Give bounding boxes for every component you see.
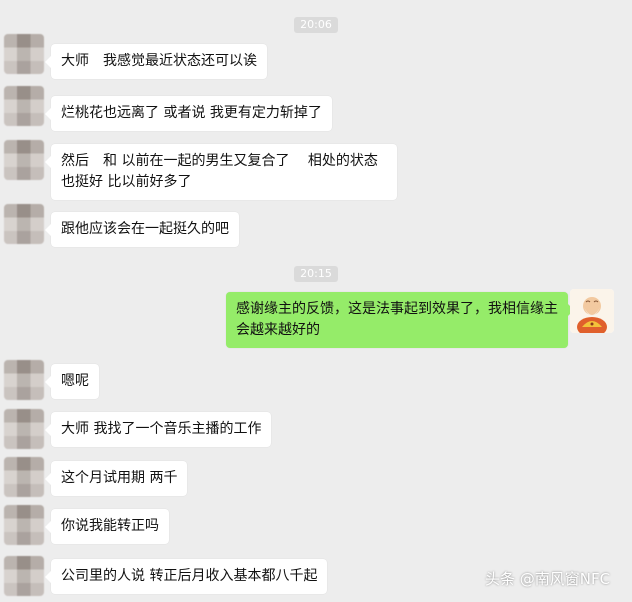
message-bubble[interactable]: 跟他应该会在一起挺久的吧 xyxy=(45,212,239,247)
contact-avatar[interactable] xyxy=(4,204,44,244)
watermark-text: 头条 @南风窗NFC xyxy=(485,570,611,588)
message-bubble[interactable]: 你说我能转正吗 xyxy=(45,509,169,544)
message-bubble[interactable]: 然后 和 以前在一起的男生又复合了 相处的状态也挺好 比以前好多了 xyxy=(45,144,397,200)
contact-avatar[interactable] xyxy=(4,457,44,497)
contact-avatar[interactable] xyxy=(4,360,44,400)
message-bubble[interactable]: 烂桃花也远离了 或者说 我更有定力斩掉了 xyxy=(45,96,332,131)
contact-avatar[interactable] xyxy=(4,409,44,449)
contact-avatar[interactable] xyxy=(4,505,44,545)
monk-avatar-icon[interactable] xyxy=(570,289,614,333)
timestamp: 20:06 xyxy=(0,13,632,33)
message-bubble[interactable]: 公司里的人说 转正后月收入基本都八千起 xyxy=(44,559,328,594)
contact-avatar[interactable] xyxy=(4,556,44,596)
contact-avatar[interactable] xyxy=(4,86,44,126)
message-bubble[interactable]: 嗯呢 xyxy=(45,364,99,399)
watermark: 头条 @南风窗NFC xyxy=(485,568,610,589)
message-bubble[interactable]: 大师 我感觉最近状态还可以诶 xyxy=(45,44,267,79)
contact-avatar[interactable] xyxy=(4,140,44,180)
message-bubble[interactable]: 大师 我找了一个音乐主播的工作 xyxy=(44,412,272,447)
message-bubble[interactable]: 这个月试用期 两千 xyxy=(44,461,188,496)
contact-avatar[interactable] xyxy=(4,34,44,74)
message-bubble-own[interactable]: 感谢缘主的反馈，这是法事起到效果了，我相信缘主会越来越好的 xyxy=(226,292,574,348)
timestamp: 20:15 xyxy=(0,262,632,282)
